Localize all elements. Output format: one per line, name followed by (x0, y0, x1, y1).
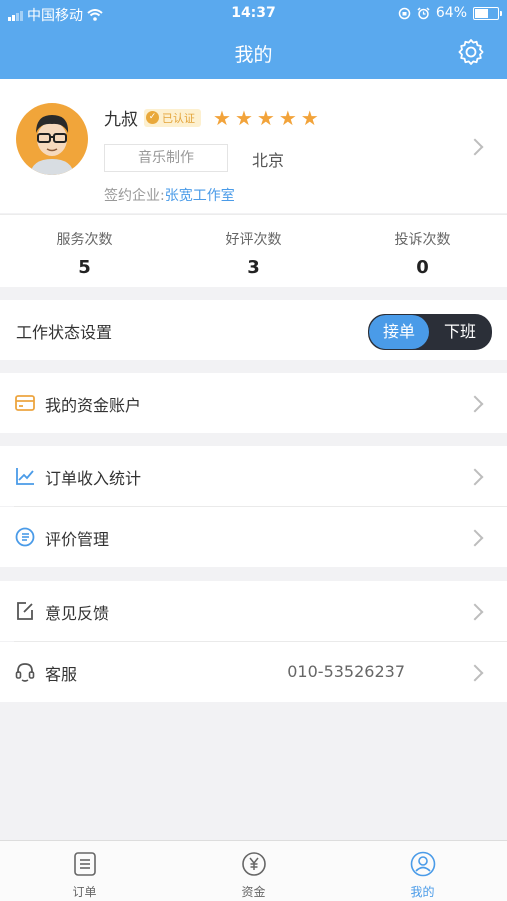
battery-icon (473, 6, 502, 20)
chevron-right-icon (466, 468, 484, 486)
line-chart-icon (16, 468, 34, 485)
work-status-row: 工作状态设置 接单 下班 (0, 300, 507, 360)
menu-label: 订单收入统计 (45, 469, 142, 488)
stat-value: 5 (78, 257, 91, 278)
stat-label: 服务次数 (56, 232, 113, 248)
company-link[interactable]: 张宽工作室 (165, 188, 235, 204)
user-name: 九叔 (104, 110, 138, 130)
service-phone[interactable]: 010-53526237 (287, 662, 405, 681)
stat-value: 3 (247, 257, 260, 278)
menu-label: 评价管理 (45, 530, 110, 549)
edit-note-icon (17, 602, 33, 620)
rating-stars: ★ ★ ★ ★ ★ (213, 108, 319, 128)
menu-feedback[interactable]: 意见反馈 (0, 581, 507, 641)
stat-label: 投诉次数 (394, 232, 451, 248)
tab-label: 订单 (72, 885, 97, 899)
stats-bar: 服务次数 5 好评次数 3 投诉次数 0 (0, 214, 507, 287)
toggle-on-option[interactable]: 接单 (369, 315, 429, 349)
settings-gear-icon[interactable] (457, 38, 485, 66)
stat-service-count[interactable]: 服务次数 5 (0, 215, 169, 287)
profile-chevron-right-icon (466, 138, 484, 156)
check-icon: ✓ (146, 111, 159, 124)
tab-label: 资金 (241, 885, 266, 899)
stat-good-review-count[interactable]: 好评次数 3 (169, 215, 338, 287)
menu-customer-service[interactable]: 客服 010-53526237 (0, 642, 507, 702)
verified-badge: ✓ 已认证 (144, 108, 201, 127)
wallet-card-icon (15, 395, 35, 411)
chevron-right-icon (466, 395, 484, 413)
star-icon: ★ (256, 105, 275, 130)
toggle-off-option[interactable]: 下班 (429, 315, 491, 349)
review-list-icon (15, 527, 35, 547)
city-label: 北京 (252, 151, 285, 170)
avatar (16, 103, 88, 175)
menu-review-manage[interactable]: 评价管理 (0, 507, 507, 567)
company-label: 签约企业: (104, 188, 165, 204)
status-bar: 中国移动 14:37 64% (0, 0, 507, 28)
top-header: 中国移动 14:37 64% 我的 (0, 0, 507, 79)
tab-funds[interactable]: 资金 (169, 841, 338, 901)
menu-label: 意见反馈 (45, 604, 110, 623)
alarm-icon (417, 6, 430, 19)
tab-orders[interactable]: 订单 (0, 841, 169, 901)
battery-percent: 64% (435, 5, 467, 21)
yuan-icon (241, 852, 266, 876)
menu-label: 我的资金账户 (45, 396, 142, 415)
verified-label: 已认证 (162, 111, 195, 125)
skill-tag: 音乐制作 (104, 144, 228, 172)
menu-order-income[interactable]: 订单收入统计 (0, 446, 507, 506)
chevron-right-icon (466, 603, 484, 621)
order-list-icon (73, 852, 96, 876)
company-line: 签约企业:张宽工作室 (104, 185, 235, 205)
work-status-label: 工作状态设置 (16, 323, 113, 342)
profile-card[interactable]: 九叔 ✓ 已认证 ★ ★ ★ ★ ★ 音乐制作 北京 签约企业:张宽工作室 (0, 79, 507, 213)
chevron-right-icon (466, 664, 484, 682)
stat-value: 0 (416, 257, 429, 278)
rotation-lock-icon (398, 7, 411, 19)
bottom-tab-bar: 订单 资金 我的 (0, 840, 507, 901)
star-icon: ★ (234, 105, 253, 130)
work-status-toggle[interactable]: 接单 下班 (368, 314, 492, 350)
menu-label: 客服 (45, 665, 78, 684)
page-title: 我的 (234, 44, 273, 66)
menu-fund-account[interactable]: 我的资金账户 (0, 373, 507, 433)
stat-label: 好评次数 (225, 232, 282, 248)
headset-icon (15, 663, 35, 682)
chevron-right-icon (466, 529, 484, 547)
tab-label: 我的 (410, 885, 435, 899)
star-icon: ★ (278, 105, 297, 130)
stat-complaint-count[interactable]: 投诉次数 0 (338, 215, 507, 287)
user-icon (410, 851, 435, 877)
star-icon: ★ (300, 105, 319, 130)
star-icon: ★ (213, 105, 231, 130)
tab-mine[interactable]: 我的 (338, 841, 507, 901)
